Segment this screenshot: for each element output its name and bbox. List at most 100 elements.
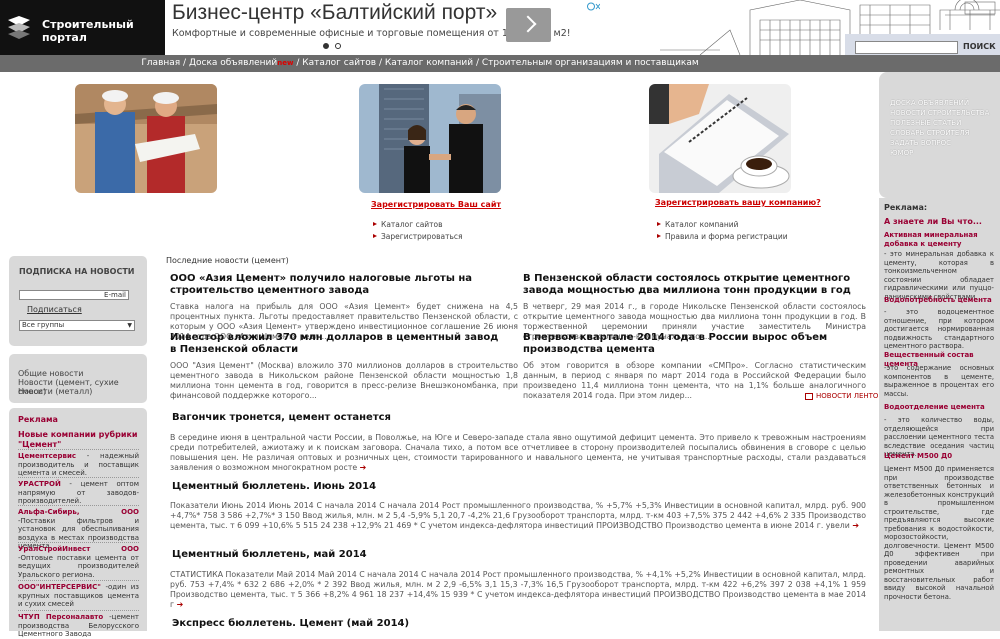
logo-icon (8, 16, 30, 39)
more-arrow-icon[interactable]: ➔ (360, 463, 367, 472)
did-you-know-title: А знаете ли Вы что... (884, 217, 982, 226)
news-group-general[interactable]: Общие новости (18, 369, 83, 378)
advert-item[interactable]: ООО"ИНТЕРСЕРВИС" -один из крупных постав… (18, 583, 139, 609)
right-advert-title: Реклама: (884, 203, 928, 212)
nav-sites-catalog[interactable]: Каталог сайтов (302, 58, 376, 68)
search-button[interactable]: ПОИСК (963, 42, 996, 51)
companies-catalog-link[interactable]: Каталог компаний (655, 220, 821, 229)
advert-company[interactable]: Цементсервис (18, 452, 76, 460)
register-site-link[interactable]: Зарегистрировать Ваш сайт (371, 200, 501, 209)
article-text-body: СТАТИСТИКА Показатели Май 2014 Май 2014 … (170, 570, 866, 609)
advert-company[interactable]: УралСтройИнвест ООО (18, 545, 139, 553)
menu-board[interactable]: ДОСКА ОБЪЯВЛЕНИЙ (890, 99, 969, 107)
handshake-photo[interactable] (359, 84, 501, 193)
rules-link[interactable]: Правила и форма регистрации (655, 232, 821, 241)
news-title[interactable]: ООО «Азия Цемент» получило налоговые льг… (170, 273, 505, 297)
advert-item[interactable]: УралСтройИнвест ООО -Оптовые поставки це… (18, 545, 139, 579)
term-definition: Цемент М500 Д0 применяется при производс… (884, 465, 994, 601)
article-title[interactable]: Цементный бюллетень. Июнь 2014 (172, 481, 862, 493)
article-text-body: Показатели Июнь 2014 Июнь 2014 С начала … (170, 501, 867, 530)
feed-icon (805, 392, 813, 400)
menu-articles[interactable]: ПОЛЕЗНЫЕ СТАТЬИ (890, 119, 961, 127)
register-site-block: Зарегистрировать Ваш сайт Каталог сайтов… (371, 200, 501, 241)
term-title[interactable]: Водоотделение цемента (884, 403, 994, 412)
all-news-link[interactable]: НОВОСТИ ЛЕНТОЙ (805, 392, 884, 400)
right-menu: ДОСКА ОБЪЯВЛЕНИЙ НОВОСТИ СТРОИТЕЛЬСТВА П… (879, 72, 1000, 198)
divider (18, 542, 139, 543)
advert-company[interactable]: ООО"ИНТЕРСЕРВИС" (18, 583, 101, 591)
article-text: СТАТИСТИКА Показатели Май 2014 Май 2014 … (170, 570, 866, 610)
ad-pager (320, 42, 344, 52)
divider (18, 580, 139, 581)
register-company-block: Зарегистрировать вашу компанию? Каталог … (655, 198, 821, 241)
advert-title: Реклама (18, 415, 58, 424)
subscribe-link[interactable]: Подписаться (27, 305, 82, 314)
subscribe-panel: ПОДПИСКА НА НОВОСТИ E-mail Подписаться В… (9, 256, 147, 346)
article-text: В середине июня в центральной части Росс… (170, 433, 866, 473)
advert-company[interactable]: УРАСТРОЙ (18, 480, 61, 488)
ad-info-icon[interactable] (587, 2, 601, 11)
news-title[interactable]: Инвестор вложил 370 млн долларов в цемен… (170, 332, 505, 356)
did-you-know-panel: Реклама: А знаете ли Вы что... Активная … (879, 198, 1000, 631)
ad-banner[interactable]: Бизнес-центр «Балтийский порт» Комфортны… (165, 0, 601, 55)
nav-board[interactable]: Доска объявлений (189, 58, 277, 68)
news-text: ООО "Азия Цемент" (Москва) вложило 370 м… (170, 361, 518, 400)
nav-companies-catalog[interactable]: Каталог компаний (385, 58, 473, 68)
latest-news-label: Последние новости (цемент) (166, 256, 289, 265)
term-title[interactable]: Цемент М500 Д0 (884, 452, 994, 461)
advert-company[interactable]: Альфа-Сибирь, ООО (18, 508, 139, 516)
menu-dictionary[interactable]: СЛОВАРЬ СТРОИТЕЛЯ (890, 129, 969, 137)
logo-text: Строительный портал (42, 18, 134, 44)
term-title[interactable]: Активная минеральная добавка к цементу (884, 231, 994, 248)
register-company-link[interactable]: Зарегистрировать вашу компанию? (655, 198, 821, 207)
advert-item[interactable]: УРАСТРОЙ - цемент оптом напрямую от заво… (18, 480, 139, 506)
term-definition: - это минеральная добавка к цементу, кот… (884, 250, 994, 301)
article-text: Показатели Июнь 2014 Июнь 2014 С начала … (170, 501, 866, 531)
ad-dot-1[interactable] (323, 43, 329, 49)
advert-rubric[interactable]: Новые компании рубрики "Цемент" (18, 430, 147, 450)
more-arrow-icon[interactable]: ➔ (852, 521, 859, 530)
ad-dot-2[interactable] (335, 43, 341, 49)
divider (18, 610, 139, 611)
menu-humor[interactable]: ЮМОР (890, 149, 913, 157)
news-group-metal[interactable]: Новости (металл) (18, 387, 92, 396)
advert-panel: Реклама Новые компании рубрики "Цемент" … (9, 408, 147, 638)
article-title[interactable]: Вагончик тронется, цемент останется (172, 412, 862, 424)
term-title[interactable]: Водопотребность цемента (884, 296, 994, 305)
subscribe-title: ПОДПИСКА НА НОВОСТИ (19, 267, 135, 276)
site-logo[interactable]: Строительный портал (0, 0, 165, 55)
menu-news[interactable]: НОВОСТИ СТРОИТЕЛЬСТВА (890, 109, 989, 117)
divider (18, 477, 139, 478)
top-nav: Главная / Доска объявленийnew / Каталог … (0, 55, 1000, 72)
divider (18, 449, 139, 450)
more-arrow-icon[interactable]: ➔ (177, 600, 184, 609)
term-definition: - это водоцементное отношение, при котор… (884, 308, 994, 350)
notebook-photo[interactable] (649, 84, 791, 193)
ad-next-arrow-icon[interactable] (506, 8, 551, 42)
sites-catalog-link[interactable]: Каталог сайтов (371, 220, 501, 229)
article-title[interactable]: Цементный бюллетень, май 2014 (172, 549, 862, 561)
advert-item[interactable]: Цементсервис - надежный производитель и … (18, 452, 139, 478)
top-banner: Строительный портал Бизнес-центр «Балтий… (0, 0, 1000, 64)
news-title[interactable]: В Пензенской области состоялось открытие… (523, 273, 868, 297)
advert-company[interactable]: ЧТУП Персоналавто (18, 613, 103, 621)
email-field[interactable]: E-mail (19, 290, 129, 300)
nav-home[interactable]: Главная (141, 58, 180, 68)
register-link[interactable]: Зарегистрироваться (371, 232, 501, 241)
group-select[interactable]: Все группы (19, 320, 135, 331)
right-sidebar: ДОСКА ОБЪЯВЛЕНИЙ НОВОСТИ СТРОИТЕЛЬСТВА П… (879, 72, 1000, 631)
all-news-label: НОВОСТИ ЛЕНТОЙ (816, 392, 884, 400)
news-groups-panel: Общие новости Новости (цемент, сухие сме… (9, 354, 147, 403)
term-definition: -это содержание основных компонентов в ц… (884, 364, 994, 398)
new-badge: new (277, 59, 294, 67)
menu-ask[interactable]: ЗАДАТЬ ВОПРОС (890, 139, 951, 147)
article-title[interactable]: Экспресс бюллетень. Цемент (май 2014) (172, 618, 862, 630)
news-title[interactable]: В первом квартале 2014 года в России выр… (523, 332, 868, 356)
advert-item[interactable]: ЧТУП Персоналавто -цемент производства Б… (18, 613, 139, 639)
search-input[interactable] (855, 41, 958, 54)
ad-title[interactable]: Бизнес-центр «Балтийский порт» (172, 1, 497, 25)
workers-photo[interactable] (75, 84, 217, 193)
divider (18, 505, 139, 506)
nav-for-organizations[interactable]: Строительным организациям и поставщикам (482, 58, 699, 68)
advert-text: -Оптовые поставки цемента от ведущих про… (18, 553, 139, 579)
